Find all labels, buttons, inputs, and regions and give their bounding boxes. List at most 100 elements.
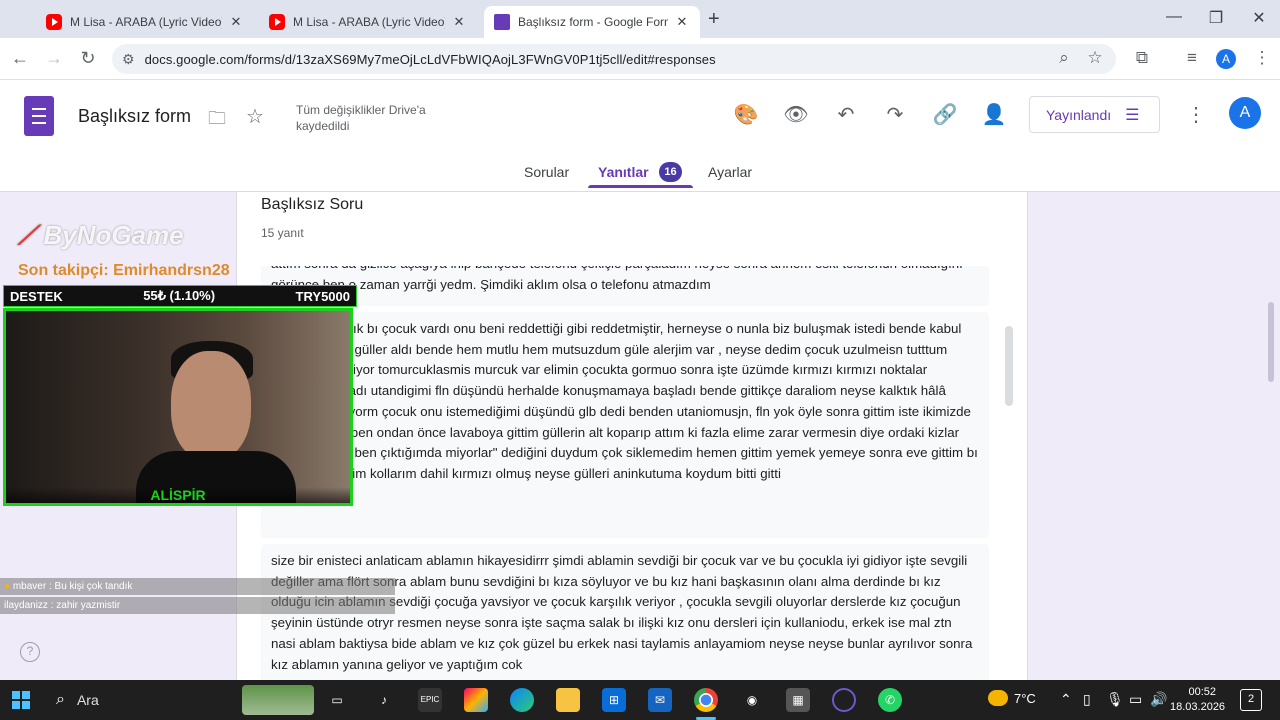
bynogame-mark-icon: ⟋ <box>18 220 37 250</box>
youtube-icon <box>46 14 62 30</box>
forms-header: Başlıksız form 🗀 ☆ Tüm değişiklikler Dri… <box>0 80 1280 192</box>
donation-goal-bar: DESTEK 55₺ (1.10%) TRY5000 <box>3 285 357 307</box>
tray-expand-icon[interactable]: ⌃ <box>1060 691 1072 708</box>
microsoft-store-icon[interactable]: ⊞ <box>602 688 626 712</box>
bynogame-logo-text: ByNoGame <box>43 220 184 250</box>
weather-widget[interactable]: 7°C <box>988 690 1036 706</box>
notification-center-icon[interactable]: 2 <box>1240 689 1262 711</box>
browser-tab-3-active[interactable]: Başlıksız form - Google Formlar ✕ <box>484 6 700 38</box>
weather-icon <box>988 690 1008 706</box>
palette-icon[interactable]: 🎨 <box>732 102 760 127</box>
restore-icon[interactable]: ❐ <box>1201 8 1231 28</box>
tab-questions[interactable]: Sorular <box>524 164 569 180</box>
browser-menu-icon[interactable]: ⋮ <box>1250 48 1274 68</box>
outlook-icon[interactable]: ✉ <box>648 688 672 712</box>
discord-like-icon[interactable] <box>832 688 856 712</box>
response-list-scrollbar[interactable] <box>1005 326 1013 406</box>
tab-settings[interactable]: Ayarlar <box>708 164 752 180</box>
browser-profile-avatar[interactable]: A <box>1216 49 1236 69</box>
search-placeholder: Ara <box>76 692 99 708</box>
responses-count-badge: 16 <box>659 162 682 182</box>
browser-tab-2[interactable]: M Lisa - ARABA (Lyric Video) - Y ✕ <box>259 6 477 38</box>
form-title[interactable]: Başlıksız form <box>78 106 191 127</box>
question-response-count: 15 yanıt <box>261 226 304 240</box>
preview-eye-icon[interactable]: 👁 <box>782 102 810 127</box>
microphone-icon[interactable]: 🎙 <box>1106 691 1124 708</box>
bookmark-star-icon[interactable]: ☆ <box>1083 48 1107 68</box>
browser-tab-1[interactable]: M Lisa - ARABA (Lyric Video) - Y ✕ <box>36 6 254 38</box>
extensions-icon[interactable]: ⧉ <box>1130 48 1154 68</box>
webcam-overlay: ALİSPİR <box>3 308 353 506</box>
chat-text: Bu kişi çok tandık <box>54 581 133 592</box>
undo-icon[interactable]: ↶ <box>832 102 860 127</box>
last-follower-label: Son takipçi: Emirhandrsn28 <box>18 262 230 279</box>
copilot-icon[interactable] <box>464 688 488 712</box>
publish-button[interactable]: Yayınlandı ☰ <box>1029 96 1160 133</box>
windows-start-icon[interactable] <box>12 691 30 709</box>
window-close-icon[interactable]: ✕ <box>1244 8 1274 28</box>
task-view-icon[interactable]: ▭ <box>325 688 349 712</box>
folder-icon[interactable]: 🗀 <box>208 106 226 136</box>
new-tab-icon[interactable]: + <box>708 8 720 31</box>
response-list[interactable]: attım sonra da gizlice aşağıya inip bahç… <box>261 266 989 680</box>
minimize-icon[interactable]: — <box>1159 8 1189 26</box>
search-icon: ⌕ <box>56 691 65 708</box>
close-tab-icon[interactable]: ✕ <box>451 14 467 30</box>
file-explorer-icon[interactable] <box>556 688 580 712</box>
google-forms-logo-icon[interactable] <box>24 96 54 136</box>
chrome-icon[interactable] <box>694 688 718 712</box>
help-icon[interactable]: ? <box>20 642 40 662</box>
close-tab-icon[interactable]: ✕ <box>228 14 244 30</box>
publish-settings-icon: ☰ <box>1125 106 1140 124</box>
tab-title: Başlıksız form - Google Formlar <box>518 15 668 29</box>
streamer-name: ALİSPİR <box>6 487 350 503</box>
zoom-icon[interactable]: ⌕ <box>1052 48 1076 68</box>
site-info-icon[interactable]: ⚙ <box>122 51 135 68</box>
bynogame-logo: ⟋ ByNoGame <box>18 220 184 252</box>
redo-icon[interactable]: ↷ <box>881 102 909 127</box>
whatsapp-icon[interactable]: ✆ <box>878 688 902 712</box>
account-avatar[interactable]: A <box>1229 97 1261 129</box>
donation-progress: 55₺ (1.10%) <box>143 288 216 303</box>
close-tab-icon[interactable]: ✕ <box>674 14 690 30</box>
address-bar-row: ← → ↻ ⚙ docs.google.com/forms/d/13zaXS69… <box>0 38 1280 80</box>
chat-message: ilaydanizz : zahir yazmistir <box>0 597 395 614</box>
media-control-icon[interactable]: ≡ <box>1180 48 1204 68</box>
back-icon[interactable]: ← <box>8 48 32 69</box>
url-input[interactable]: ⚙ docs.google.com/forms/d/13zaXS69My7meO… <box>112 44 1116 74</box>
question-title: Başlıksız Soru <box>261 196 364 213</box>
chat-user: ilaydanizz <box>4 600 48 611</box>
forward-icon[interactable]: → <box>42 48 66 69</box>
save-status: Tüm değişiklikler Drive'a kaydedildi <box>296 103 426 133</box>
tab-responses[interactable]: Yanıtlar <box>598 164 649 180</box>
url-text: docs.google.com/forms/d/13zaXS69My7meOjL… <box>144 51 716 67</box>
obs-icon[interactable]: ◉ <box>740 688 764 712</box>
clock-time: 00:52 <box>1188 686 1216 698</box>
taskbar-clock[interactable]: 00:52 18.03.2026 <box>1170 685 1226 715</box>
response-item: atmıştım 3 yıllık bı çocuk vardı onu ben… <box>261 312 989 538</box>
reload-icon[interactable]: ↻ <box>76 48 100 69</box>
volume-icon[interactable]: 🔊 <box>1150 691 1167 708</box>
response-item: attım sonra da gizlice aşağıya inip bahç… <box>261 266 989 306</box>
more-options-icon[interactable]: ⋮ <box>1186 102 1206 127</box>
donation-goal: TRY5000 <box>295 288 350 304</box>
epic-games-icon[interactable]: EPIC <box>418 688 442 712</box>
tiktok-icon[interactable]: ♪ <box>372 688 396 712</box>
edge-icon[interactable] <box>510 688 534 712</box>
page-scrollbar[interactable] <box>1268 302 1274 382</box>
link-icon[interactable]: 🔗 <box>931 102 959 127</box>
network-icon[interactable]: ▭ <box>1129 691 1142 708</box>
clock-date: 18.03.2026 <box>1170 701 1226 713</box>
publish-label: Yayınlandı <box>1046 106 1112 123</box>
chat-text: zahir yazmistir <box>56 600 121 611</box>
tray-device-icon[interactable]: ▯ <box>1083 691 1091 708</box>
calculator-icon[interactable]: ▦ <box>786 688 810 712</box>
google-forms-icon <box>494 14 510 30</box>
windows-taskbar: ⌕ Ara ▭ ♪ EPIC ⊞ ✉ ◉ ▦ ✆ 7°C ⌃ ▯ 🎙 ▭ 🔊 0… <box>0 680 1280 720</box>
browser-tab-bar: M Lisa - ARABA (Lyric Video) - Y ✕ M Lis… <box>0 0 1280 38</box>
youtube-icon <box>269 14 285 30</box>
star-icon[interactable]: ☆ <box>246 104 264 129</box>
add-collaborator-icon[interactable]: 👤 <box>980 102 1008 127</box>
chat-user: mbaver <box>12 581 47 592</box>
donation-label: DESTEK <box>10 288 63 304</box>
